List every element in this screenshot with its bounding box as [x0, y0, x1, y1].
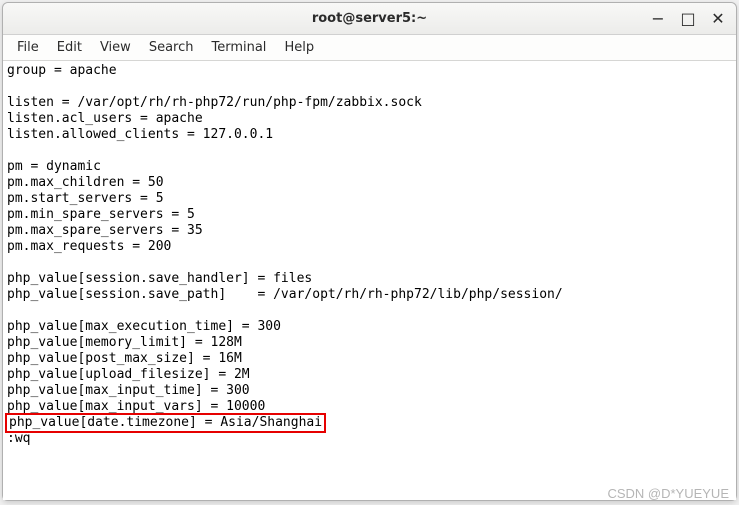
minimize-button[interactable]: − [650, 11, 666, 27]
minimize-icon: − [651, 9, 664, 28]
highlighted-line: php_value[date.timezone] = Asia/Shanghai [5, 413, 326, 433]
menu-file[interactable]: File [9, 38, 47, 57]
maximize-icon: □ [680, 9, 695, 28]
terminal-line [7, 303, 732, 319]
terminal-window: root@server5:~ − □ ✕ File Edit View Sear… [2, 2, 737, 501]
terminal-area[interactable]: group = apache listen = /var/opt/rh/rh-p… [3, 61, 736, 500]
terminal-line: php_value[max_input_time] = 300 [7, 383, 732, 399]
terminal-line: php_value[post_max_size] = 16M [7, 351, 732, 367]
terminal-line: pm.max_children = 50 [7, 175, 732, 191]
terminal-line: php_value[upload_filesize] = 2M [7, 367, 732, 383]
close-button[interactable]: ✕ [710, 11, 726, 27]
terminal-line: :wq [7, 431, 732, 447]
window-title: root@server5:~ [0, 11, 739, 26]
menubar: File Edit View Search Terminal Help [3, 35, 736, 61]
terminal-line: pm.max_spare_servers = 35 [7, 223, 732, 239]
titlebar[interactable]: root@server5:~ − □ ✕ [3, 3, 736, 35]
menu-view[interactable]: View [92, 38, 139, 57]
terminal-line [7, 79, 732, 95]
terminal-line: group = apache [7, 63, 732, 79]
menu-edit[interactable]: Edit [49, 38, 90, 57]
menu-search[interactable]: Search [141, 38, 202, 57]
terminal-line: listen.acl_users = apache [7, 111, 732, 127]
terminal-line: pm = dynamic [7, 159, 732, 175]
terminal-line [7, 143, 732, 159]
terminal-line [7, 255, 732, 271]
menu-terminal[interactable]: Terminal [203, 38, 274, 57]
terminal-line: listen.allowed_clients = 127.0.0.1 [7, 127, 732, 143]
terminal-line: php_value[session.save_path] = /var/opt/… [7, 287, 732, 303]
terminal-line: php_value[memory_limit] = 128M [7, 335, 732, 351]
terminal-line: pm.min_spare_servers = 5 [7, 207, 732, 223]
terminal-line: pm.start_servers = 5 [7, 191, 732, 207]
window-controls: − □ ✕ [650, 11, 726, 27]
terminal-line: php_value[session.save_handler] = files [7, 271, 732, 287]
terminal-line: php_value[max_execution_time] = 300 [7, 319, 732, 335]
terminal-line: pm.max_requests = 200 [7, 239, 732, 255]
maximize-button[interactable]: □ [680, 11, 696, 27]
terminal-line: listen = /var/opt/rh/rh-php72/run/php-fp… [7, 95, 732, 111]
menu-help[interactable]: Help [276, 38, 322, 57]
close-icon: ✕ [711, 9, 724, 28]
